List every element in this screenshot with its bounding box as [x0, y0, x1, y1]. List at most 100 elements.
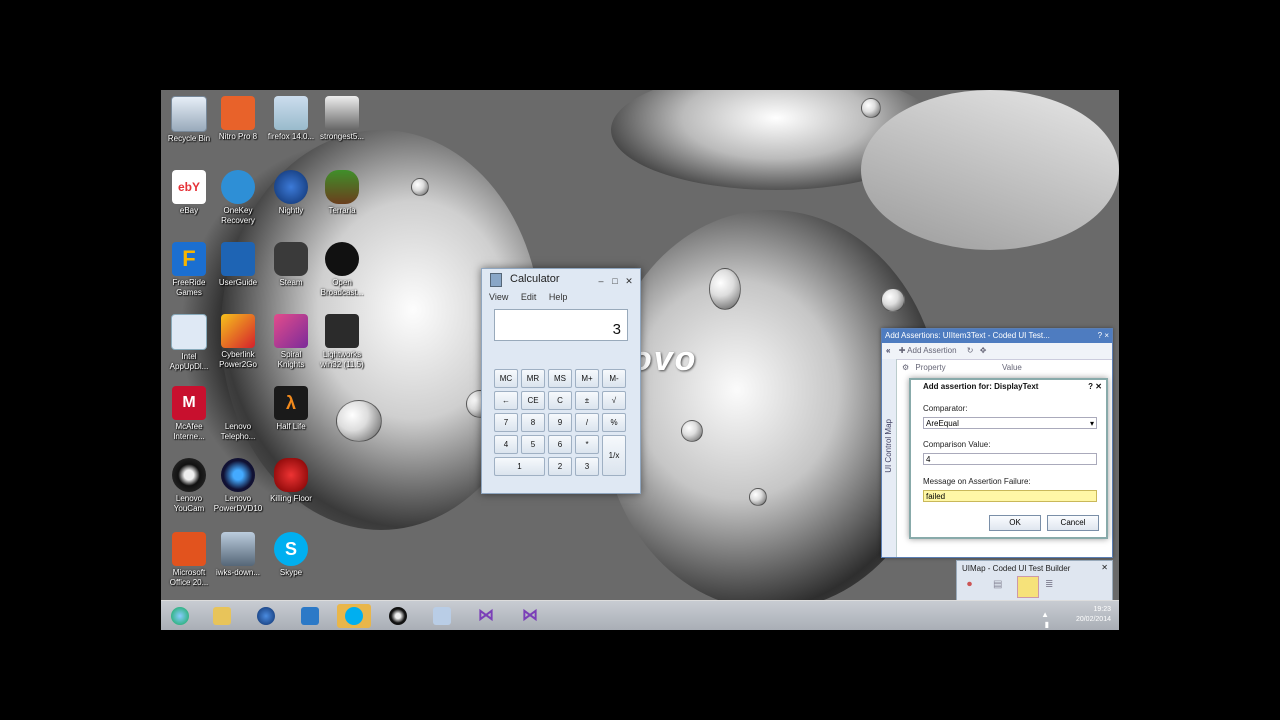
clock-time[interactable]: 19:23 [1076, 605, 1111, 615]
desktop-icon-office[interactable]: Microsoft Office 20... [161, 532, 217, 588]
sign-button[interactable]: ± [575, 391, 599, 410]
key-6-button[interactable]: 6 [548, 435, 572, 454]
desktop-icon-telephony[interactable]: Lenovo Telepho... [210, 386, 266, 442]
key-mc-button[interactable]: MC [494, 369, 518, 388]
desktop-icon-userguide[interactable]: UserGuide [210, 242, 266, 288]
backspace-button[interactable]: ← [494, 391, 518, 410]
help-icon[interactable]: ? [1088, 382, 1093, 391]
percent-button[interactable]: % [602, 413, 626, 432]
icon-label: OneKey Recovery [221, 206, 255, 225]
calculator-window[interactable]: Calculator – □ ✕ View Edit Help 3 MC MR MS M+… [481, 268, 641, 494]
desktop-icon-power2go[interactable]: Cyberlink Power2Go [210, 314, 266, 370]
message-field[interactable]: failed [923, 490, 1097, 502]
key-4-button[interactable]: 4 [494, 435, 518, 454]
menu-edit[interactable]: Edit [521, 292, 537, 302]
desktop-icon-intel[interactable]: Intel AppUpDl... [161, 314, 217, 372]
key-m-button[interactable]: M- [602, 369, 626, 388]
key-3-button[interactable]: 3 [575, 457, 599, 476]
desktop-icon-spiral[interactable]: Spiral Knights [263, 314, 319, 370]
move-icon[interactable]: ✥ [980, 346, 987, 355]
key-7-button[interactable]: 7 [494, 413, 518, 432]
close-icon[interactable]: ✕ [622, 271, 636, 291]
desktop-icon-obs[interactable]: Open Broadcast... [314, 242, 370, 298]
desktop-icon-freeride[interactable]: F FreeRide Games [161, 242, 217, 298]
column-property: Property [915, 363, 946, 372]
key-c-button[interactable]: C [548, 391, 572, 410]
clock-date[interactable]: 20/02/2014 [1076, 615, 1111, 625]
sqrt-button[interactable]: √ [602, 391, 626, 410]
record-icon[interactable]: ⏺ [967, 579, 972, 590]
add-assertion-dialog[interactable]: Add assertion for: DisplayText ? ✕ Compa… [909, 378, 1108, 539]
refresh-icon[interactable]: ↻ [967, 346, 974, 355]
taskbar-visual-studio[interactable]: ⋈ [469, 604, 503, 628]
comparison-value-field[interactable]: 4 [923, 453, 1097, 465]
taskbar-browser[interactable] [249, 604, 283, 628]
close-icon[interactable]: ✕ [1101, 563, 1108, 572]
visual-studio-icon: ⋈ [522, 607, 538, 624]
menu-view[interactable]: View [489, 292, 508, 302]
desktop-icon-killingfloor[interactable]: Killing Floor [263, 458, 319, 504]
taskbar-explorer[interactable] [205, 604, 239, 628]
settings-icon: ⚙ [902, 363, 910, 372]
key-1-button[interactable]: 1 [494, 457, 545, 476]
desktop-icon-video[interactable]: iwks-down... [210, 532, 266, 578]
crosshair-icon[interactable] [1017, 576, 1039, 598]
tray-icons[interactable]: ▲ ▮ ◔ ✆ [1041, 610, 1049, 630]
killing-floor-icon [274, 458, 308, 492]
desktop-icon-nitro[interactable]: Nitro Pro 8 [210, 96, 266, 142]
icon-label: Nightly [278, 206, 304, 215]
close-icon[interactable]: × [1104, 331, 1109, 340]
userguide-icon [221, 242, 255, 276]
key-m-button[interactable]: M+ [575, 369, 599, 388]
key-9-button[interactable]: 9 [548, 413, 572, 432]
multiply-button[interactable]: * [575, 435, 599, 454]
desktop-icon-mcafee[interactable]: M McAfee Interne... [161, 386, 217, 442]
uimap-builder[interactable]: UIMap - Coded UI Test Builder ✕ ⏺ ▤ ≣ [956, 560, 1113, 602]
desktop-icon-strongest[interactable]: strongest5... [314, 96, 370, 142]
key-mr-button[interactable]: MR [521, 369, 545, 388]
desktop-icon-steam[interactable]: Steam [263, 242, 319, 288]
taskbar-calculator[interactable] [425, 604, 459, 628]
maximize-icon[interactable]: □ [608, 271, 622, 291]
key-ms-button[interactable]: MS [548, 369, 572, 388]
desktop-icon-lightworks[interactable]: Lightworks win32 (11.5) [314, 314, 370, 370]
minimize-icon[interactable]: – [594, 271, 608, 291]
desktop-icon-nightly[interactable]: Nightly [263, 170, 319, 216]
calculator-titlebar[interactable]: Calculator – □ ✕ [482, 269, 640, 289]
generate-code-icon[interactable]: ≣ [1045, 579, 1053, 590]
desktop-icon-skype[interactable]: S Skype [263, 532, 319, 578]
close-icon[interactable]: ✕ [1095, 382, 1102, 391]
desktop-icon-recycle-bin[interactable]: Recycle Bin [161, 96, 217, 144]
desktop-icon-terraria[interactable]: Terraria [314, 170, 370, 216]
collapse-icon[interactable]: « [886, 346, 890, 355]
comparator-select[interactable]: AreEqual ▾ [923, 417, 1097, 429]
key-8-button[interactable]: 8 [521, 413, 545, 432]
desktop-icon-youcam[interactable]: Lenovo YouCam [161, 458, 217, 514]
key-2-button[interactable]: 2 [548, 457, 572, 476]
key-5-button[interactable]: 5 [521, 435, 545, 454]
monitor-icon [301, 607, 319, 625]
taskbar-youcam[interactable] [381, 604, 415, 628]
divide-button[interactable]: / [575, 413, 599, 432]
desktop-icon-halflife[interactable]: λ Half Life [263, 386, 319, 432]
steps-icon[interactable]: ▤ [993, 579, 1002, 590]
taskbar-visual-studio-2[interactable]: ⋈ [513, 604, 547, 628]
cancel-button[interactable]: Cancel [1047, 515, 1099, 531]
taskbar-skype[interactable] [337, 604, 371, 628]
ok-button[interactable]: OK [989, 515, 1041, 531]
menu-help[interactable]: Help [549, 292, 568, 302]
taskbar-remote[interactable] [293, 604, 327, 628]
help-icon[interactable]: ? [1098, 331, 1102, 340]
key-1x-button[interactable]: 1/x [602, 435, 626, 476]
desktop-icon-firefox[interactable]: firefox 14.0... [263, 96, 319, 142]
folder-icon [213, 607, 231, 625]
desktop-icon-powerdvd[interactable]: Lenovo PowerDVD10 [210, 458, 266, 514]
desktop-icon-ebay[interactable]: ebY eBay [161, 170, 217, 216]
ui-control-map-tab[interactable]: UI Control Map [882, 359, 897, 557]
desktop-icon-onekey[interactable]: OneKey Recovery [210, 170, 266, 226]
icon-label: Half Life [276, 422, 306, 431]
key-ce-button[interactable]: CE [521, 391, 545, 410]
start-button[interactable] [163, 604, 197, 628]
image-file-icon [325, 96, 359, 130]
add-assertion-button[interactable]: Add Assertion [907, 346, 956, 355]
